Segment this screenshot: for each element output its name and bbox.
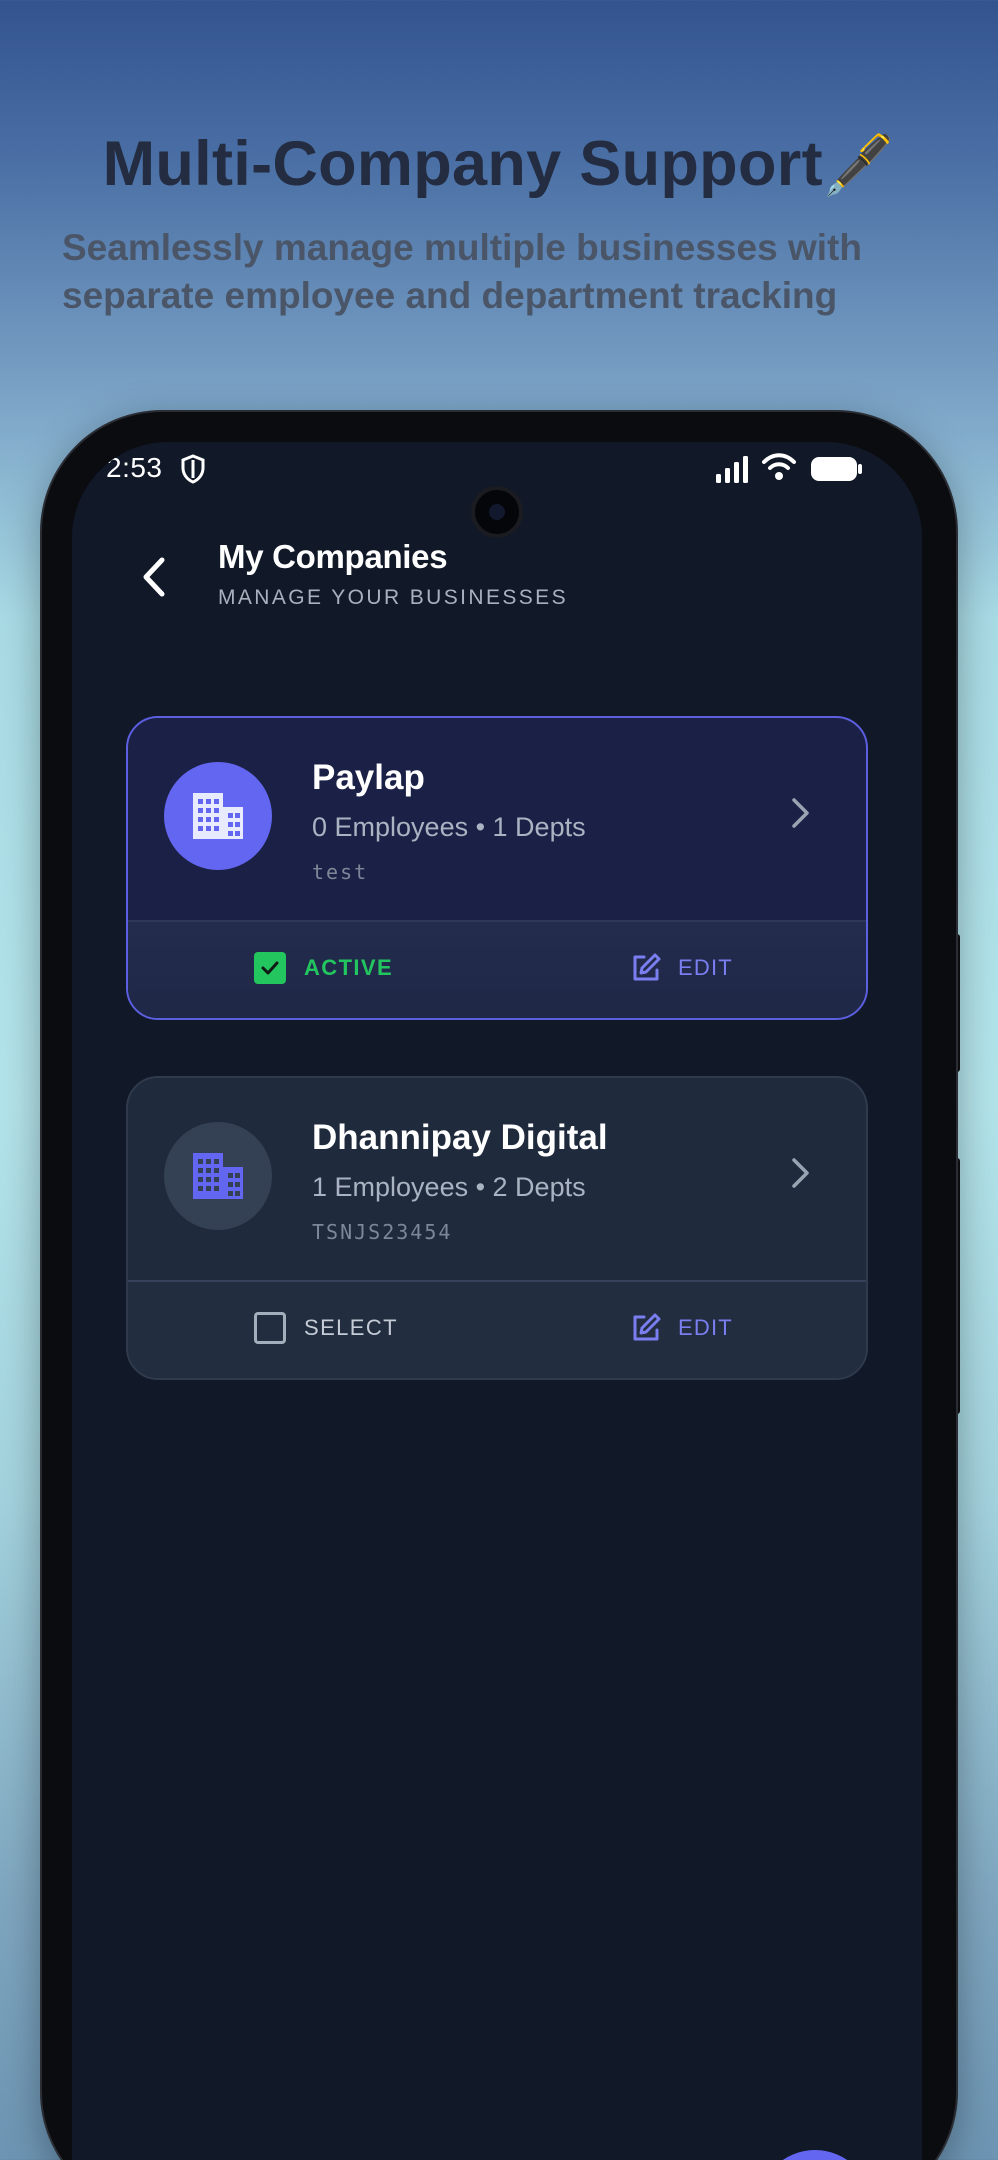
page-title: My Companies bbox=[218, 538, 448, 575]
back-arrow-icon[interactable] bbox=[132, 552, 176, 602]
signal-icon bbox=[716, 456, 748, 483]
chevron-right-icon[interactable] bbox=[790, 1156, 812, 1190]
company-card-dhannipay[interactable]: Dhannipay Digital 1 Employees • 2 Depts … bbox=[126, 1076, 868, 1380]
building-icon bbox=[193, 793, 243, 839]
edit-icon bbox=[633, 953, 661, 981]
company-code: test bbox=[312, 860, 369, 884]
page-header: My Companies MANAGE YOUR BUSINESSES bbox=[72, 532, 922, 642]
company-avatar bbox=[164, 1122, 272, 1230]
checkbox-empty-icon[interactable] bbox=[254, 1312, 286, 1344]
app-screen: 2:53 My Companies MANAGE YOUR BUSINESSES bbox=[72, 442, 922, 2160]
company-name: Paylap bbox=[312, 758, 425, 797]
add-company-button[interactable] bbox=[758, 2150, 872, 2160]
card-actions: ACTIVE EDIT bbox=[128, 920, 866, 1018]
edit-button[interactable]: EDIT bbox=[630, 952, 733, 984]
promo-headline: Multi-Company Support🖋️ bbox=[0, 128, 998, 200]
building-icon bbox=[193, 1153, 243, 1199]
promo-headline-text: Multi-Company Support bbox=[102, 129, 823, 199]
company-name: Dhannipay Digital bbox=[312, 1118, 608, 1157]
wifi-icon bbox=[762, 453, 796, 480]
pen-icon: 🖋️ bbox=[822, 133, 896, 198]
shield-icon bbox=[181, 454, 205, 484]
edit-label: EDIT bbox=[678, 955, 733, 980]
card-actions: SELECT EDIT bbox=[128, 1280, 866, 1378]
active-toggle[interactable]: ACTIVE bbox=[254, 952, 393, 984]
promo-subline: Seamlessly manage multiple businesses wi… bbox=[62, 227, 862, 316]
company-code: TSNJS23454 bbox=[312, 1220, 453, 1244]
status-time: 2:53 bbox=[106, 452, 163, 483]
company-card-paylap[interactable]: Paylap 0 Employees • 1 Depts test ACTIVE… bbox=[126, 716, 868, 1020]
edit-icon bbox=[633, 1313, 661, 1341]
edit-button[interactable]: EDIT bbox=[630, 1312, 733, 1344]
company-stats: 1 Employees • 2 Depts bbox=[312, 1172, 586, 1202]
checkbox-checked-icon[interactable] bbox=[254, 952, 286, 984]
company-stats: 0 Employees • 1 Depts bbox=[312, 812, 586, 842]
active-label: ACTIVE bbox=[304, 955, 394, 980]
battery-icon bbox=[811, 457, 862, 481]
company-avatar bbox=[164, 762, 272, 870]
select-label: SELECT bbox=[304, 1315, 398, 1340]
edit-label: EDIT bbox=[678, 1315, 733, 1340]
page-subtitle: MANAGE YOUR BUSINESSES bbox=[218, 586, 568, 609]
front-camera bbox=[471, 486, 523, 538]
select-toggle[interactable]: SELECT bbox=[254, 1312, 398, 1344]
chevron-right-icon[interactable] bbox=[790, 796, 812, 830]
